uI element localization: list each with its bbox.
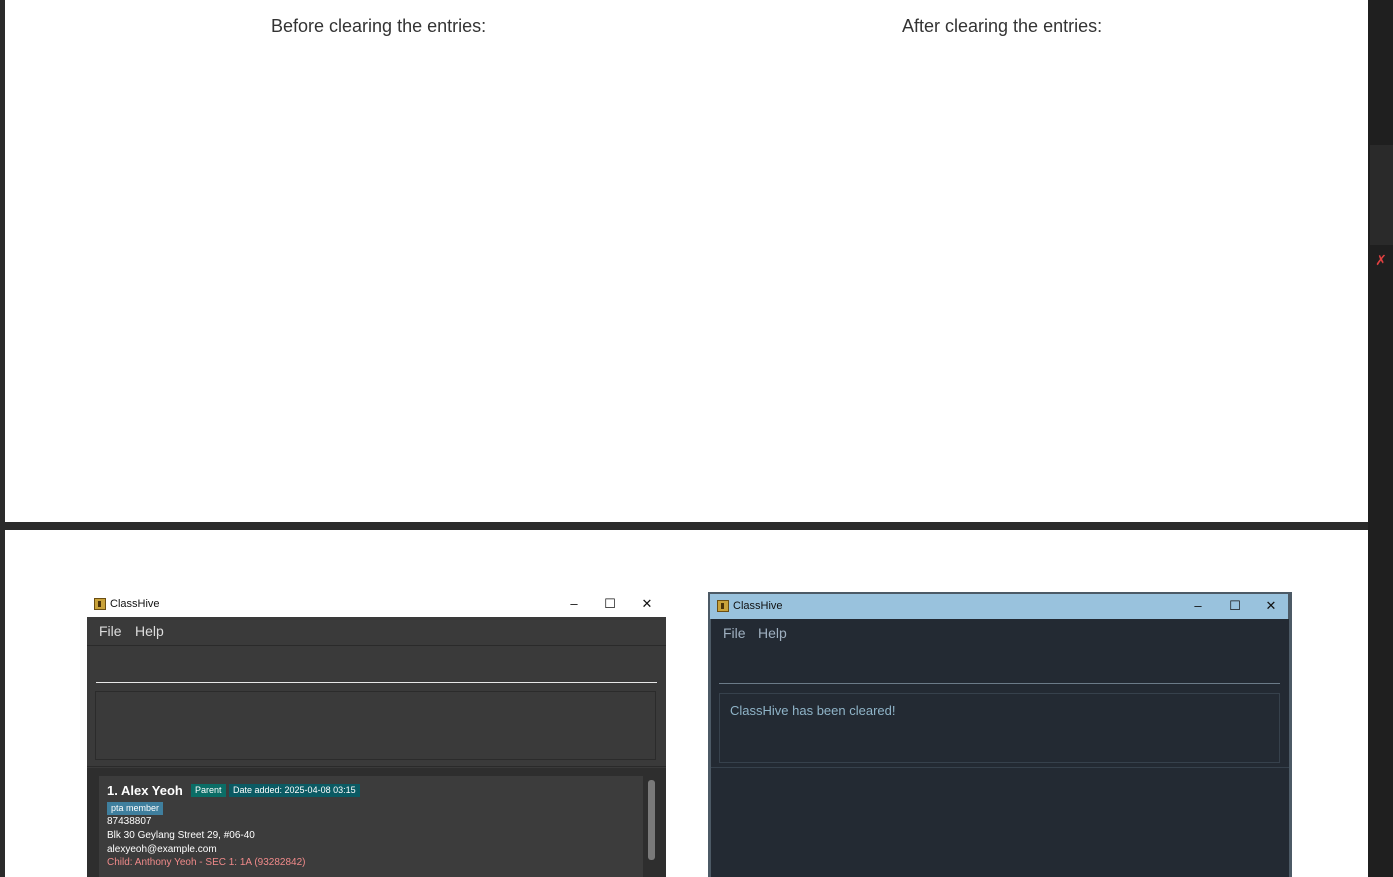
menu-help[interactable]: Help: [758, 625, 787, 641]
caption-after: After clearing the entries:: [902, 16, 1103, 36]
person-list: 1. Alex Yeoh Parent Date added: 2025-04-…: [87, 768, 666, 877]
date-added-badge: Date added: 2025-04-08 03:15: [229, 784, 360, 797]
page-separator: [0, 522, 1393, 530]
window-titlebar[interactable]: ClassHive – ☐ ✕: [710, 594, 1288, 619]
person-phone: 87438807: [107, 816, 152, 827]
viewport: Before clearing the entries: After clear…: [0, 0, 1393, 877]
minimize-button[interactable]: –: [564, 595, 584, 613]
list-scrollbar[interactable]: [648, 780, 655, 860]
minimize-button[interactable]: –: [1188, 597, 1208, 615]
maximize-button[interactable]: ☐: [600, 595, 620, 613]
window-title: ClassHive: [110, 598, 160, 610]
side-strip: ✗: [1368, 0, 1393, 877]
result-message: ClassHive has been cleared!: [730, 703, 896, 718]
mic-muted-icon[interactable]: ✗: [1373, 252, 1389, 268]
person-card[interactable]: 1. Alex Yeoh Parent Date added: 2025-04-…: [99, 776, 643, 877]
tag-badge: pta member: [107, 802, 164, 815]
document-page-top: Before clearing the entries: After clear…: [5, 0, 1368, 522]
close-button[interactable]: ✕: [1261, 597, 1281, 615]
app-logo-icon: [717, 600, 729, 612]
window-content: File Help ClassHive has been cleared!: [711, 619, 1289, 877]
divider: [711, 767, 1289, 768]
app-logo-icon: [94, 598, 106, 610]
menu-help[interactable]: Help: [135, 623, 164, 639]
menu-file[interactable]: File: [99, 623, 122, 639]
menu-bar: File Help: [711, 619, 1289, 647]
window-titlebar[interactable]: ClassHive – ☐ ✕: [87, 592, 666, 617]
side-strip-panel[interactable]: [1370, 145, 1393, 245]
divider: [87, 766, 666, 767]
person-address: Blk 30 Geylang Street 29, #06-40: [107, 830, 255, 841]
menu-bar: File Help: [87, 617, 666, 646]
role-badge: Parent: [191, 784, 226, 797]
person-name: 1. Alex Yeoh: [107, 783, 183, 798]
caption-before: Before clearing the entries:: [271, 16, 487, 36]
result-display: ClassHive has been cleared!: [719, 693, 1280, 763]
app-window-before: ClassHive – ☐ ✕ File Help 1. Alex Yeoh P…: [87, 592, 666, 877]
close-button[interactable]: ✕: [637, 595, 657, 613]
person-child: Child: Anthony Yeoh - SEC 1: 1A (9328284…: [107, 857, 306, 868]
maximize-button[interactable]: ☐: [1225, 597, 1245, 615]
result-display: [95, 691, 656, 760]
command-input[interactable]: [719, 655, 1280, 684]
menu-file[interactable]: File: [723, 625, 746, 641]
person-email: alexyeoh@example.com: [107, 844, 217, 855]
app-window-after: ClassHive – ☐ ✕ File Help ClassHive has …: [708, 592, 1292, 877]
command-input[interactable]: [96, 654, 657, 683]
window-title: ClassHive: [733, 600, 783, 612]
